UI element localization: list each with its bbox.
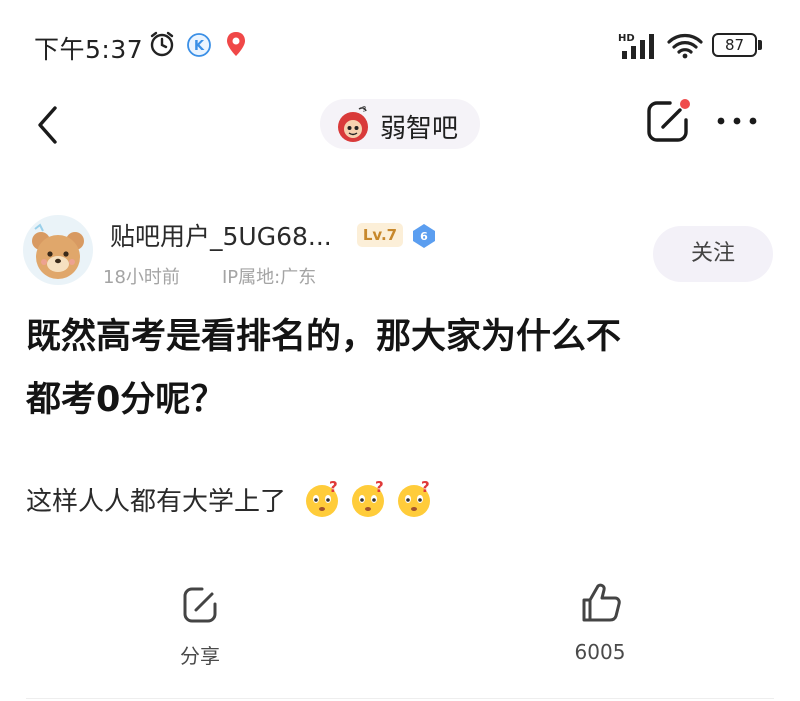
thumbs-up-icon [582,583,621,622]
wifi-icon [667,34,703,59]
svg-text:?: ? [421,479,430,496]
notification-dot [680,99,690,109]
ip-location: IP属地:广东 [222,267,317,288]
svg-text:K: K [194,39,205,54]
location-pin-icon [227,32,245,56]
thinking-face-emoji-icon: ? [306,479,339,517]
battery-tip [758,40,762,50]
forum-avatar-icon: ? [338,105,368,142]
post-body-row: 这样人人都有大学上了 ? ? ? [26,474,434,524]
hd-label: HD [618,33,635,44]
username[interactable]: 贴吧用户_5UG68... [110,217,332,253]
post-time: 18小时前 [103,267,180,288]
battery-indicator: 87 [712,33,757,57]
follow-button[interactable]: 关注 [653,226,773,282]
svg-text:?: ? [375,479,384,496]
level-badge: Lv.7 [357,223,403,247]
post-body: 这样人人都有大学上了 [26,486,287,517]
more-icon[interactable] [716,114,758,128]
k-app-icon: K [187,33,211,57]
post-title-line-2: 都考0分呢？ [26,380,226,420]
svg-text:?: ? [329,479,338,496]
alarm-icon [150,31,174,57]
back-arrow-icon[interactable] [33,105,63,145]
svg-text:?: ? [362,105,366,114]
post-title-line-1: 既然高考是看排名的，那大家为什么不 [26,317,622,357]
thinking-face-emoji-icon: ? [398,479,431,517]
signal-icon: HD [618,33,654,59]
post-title: 既然高考是看排名的，那大家为什么不 都考0分呢？ [26,306,766,432]
like-count: 6005 [574,640,626,664]
like-button[interactable]: 6005 [540,580,660,674]
share-label: 分享 [180,644,220,668]
verified-badge-number: 6 [420,230,428,243]
avatar[interactable] [23,215,93,285]
forum-name[interactable]: 弱智吧 [380,108,458,145]
share-icon [183,587,217,623]
thinking-face-emoji-icon: ? [352,479,385,517]
status-time: 下午5:37 [34,35,144,64]
edit-icon[interactable] [643,96,693,146]
divider [26,698,774,699]
share-button[interactable]: 分享 [140,584,260,674]
verified-badge-icon: 6 [413,224,435,248]
bear-avatar-icon [32,223,84,279]
